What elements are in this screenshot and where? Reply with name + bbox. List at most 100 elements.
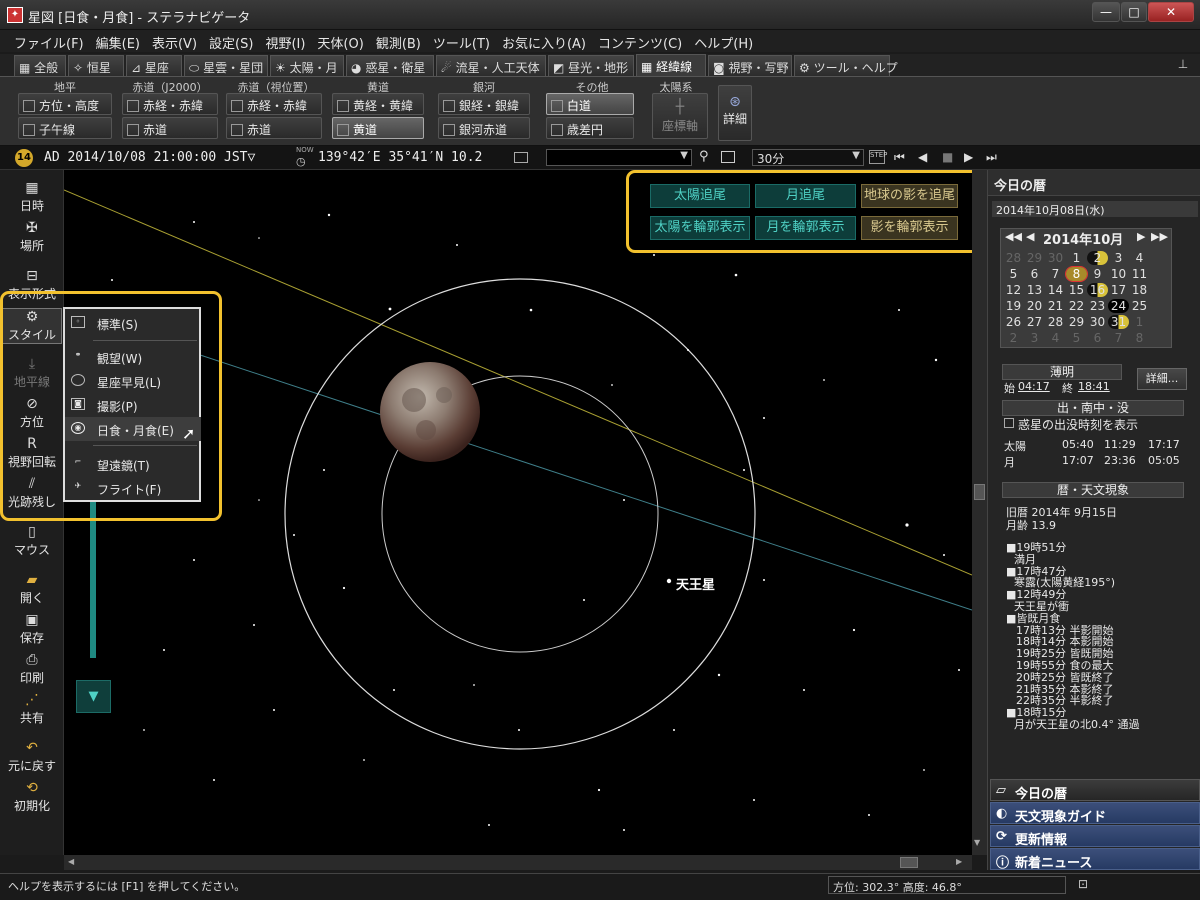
nav-astro-guide[interactable]: ◐ 天文現象ガイド [990, 802, 1200, 825]
calendar-day[interactable]: 3 [1024, 331, 1045, 345]
calendar-day[interactable]: 2 [1003, 331, 1024, 345]
altaz-grid-button[interactable]: 方位・高度 [18, 93, 112, 115]
equator-apparent-button[interactable]: 赤道 [226, 117, 322, 139]
open-button[interactable]: ▰ 開く [2, 572, 62, 606]
location-display[interactable]: 139°42′E 35°41′N 10.2 [318, 150, 482, 165]
stop-icon[interactable]: ■ [942, 150, 953, 164]
fullscreen-icon[interactable]: ⊡ [1078, 877, 1088, 891]
calendar-day[interactable]: 27 [1024, 315, 1045, 329]
time-step-select[interactable]: 30分 ▼ [752, 149, 864, 166]
calendar-day[interactable]: 14 [1045, 283, 1066, 297]
tab-planets[interactable]: ◕ 惑星・衛星 [346, 55, 434, 76]
calendar-day[interactable]: 1 [1066, 251, 1087, 265]
calendar-day[interactable]: 2 [1087, 251, 1108, 265]
scroll-thumb[interactable] [900, 857, 918, 868]
show-planet-times-checkbox[interactable] [1004, 418, 1014, 428]
calendar-day[interactable]: 7 [1045, 267, 1066, 281]
tab-daylight[interactable]: ◩ 昼光・地形 [548, 55, 634, 76]
calendar-day[interactable]: 9 [1087, 267, 1108, 281]
menu-contents[interactable]: コンテンツ(C) [592, 30, 688, 52]
pin-icon[interactable]: ⊥ [1175, 57, 1191, 73]
datetime-display[interactable]: AD 2014/10/08 21:00:00 JST▽ [44, 150, 255, 165]
menu-help[interactable]: ヘルプ(H) [688, 30, 759, 52]
nav-today-almanac[interactable]: ▱ 今日の暦 [990, 779, 1200, 802]
next-year-icon[interactable]: ▶▶ [1151, 230, 1168, 243]
tab-general[interactable]: ▦ 全般 [14, 55, 66, 76]
calendar-day[interactable]: 8 [1065, 266, 1088, 282]
calendar-day[interactable]: 5 [1003, 267, 1024, 281]
menu-field[interactable]: 視野(I) [259, 30, 311, 52]
calendar-day[interactable]: 7 [1108, 331, 1129, 345]
datetime-button[interactable]: ▦ 日時 [2, 180, 62, 214]
menu-edit[interactable]: 編集(E) [90, 30, 146, 52]
calendar-day[interactable]: 28 [1003, 251, 1024, 265]
play-icon[interactable]: ▶ [964, 150, 973, 164]
calendar-day[interactable]: 1 [1129, 315, 1150, 329]
menu-objects[interactable]: 天体(O) [311, 30, 369, 52]
tab-grid-lines[interactable]: ▦ 経緯線 [636, 54, 706, 76]
tab-meteors[interactable]: ☄ 流星・人工天体 [436, 55, 546, 76]
nav-news[interactable]: ⓘ 新着ニュース [990, 848, 1200, 871]
radec-apparent-button[interactable]: 赤経・赤緯 [226, 93, 322, 115]
style-item-standard[interactable]: ◦ 標準(S) [65, 311, 201, 335]
reset-button[interactable]: ⟲ 初期化 [2, 780, 62, 814]
calendar-day[interactable]: 3 [1108, 251, 1129, 265]
precession-circle-button[interactable]: 歳差円 [546, 117, 634, 139]
tab-constellations[interactable]: ⊿ 星座 [126, 55, 182, 76]
location-button[interactable]: ✠ 場所 [2, 220, 62, 254]
clock-icon[interactable]: ◷ [296, 155, 306, 168]
undo-button[interactable]: ↶ 元に戻す [2, 740, 62, 774]
calendar-day[interactable]: 26 [1003, 315, 1024, 329]
menu-view[interactable]: 表示(V) [146, 30, 203, 52]
print-button[interactable]: ⎙ 印刷 [2, 652, 62, 686]
maximize-button[interactable]: □ [1121, 2, 1147, 22]
calendar-day[interactable]: 25 [1129, 299, 1150, 313]
list-icon[interactable] [721, 151, 735, 163]
moon-path-button[interactable]: 白道 [546, 93, 634, 115]
radec-j2000-button[interactable]: 赤経・赤緯 [122, 93, 218, 115]
calendar-day[interactable]: 5 [1066, 331, 1087, 345]
keyboard-icon[interactable] [514, 152, 528, 163]
search-icon[interactable]: ⚲ [699, 149, 709, 164]
calendar-day[interactable]: 4 [1045, 331, 1066, 345]
calendar-day[interactable]: 28 [1045, 315, 1066, 329]
coord-axis-button[interactable]: ┼ 座標軸 [652, 93, 708, 139]
calendar-day[interactable]: 21 [1045, 299, 1066, 313]
style-item-eclipse[interactable]: ◉ 日食・月食(E) [65, 417, 201, 441]
calendar-day[interactable]: 13 [1024, 283, 1045, 297]
moon-outline-button[interactable]: 月を輪郭表示 [755, 216, 856, 240]
earth-shadow-tracking-button[interactable]: 地球の影を追尾 [861, 184, 958, 208]
style-item-flight[interactable]: ✈ フライト(F) [65, 476, 201, 500]
tab-tools-help[interactable]: ⚙ ツール・ヘルプ [794, 55, 898, 76]
vertical-scrollbar[interactable]: ▼ [972, 170, 987, 855]
minimize-button[interactable]: — [1092, 2, 1120, 22]
calendar-day[interactable]: 30 [1087, 315, 1108, 329]
calendar-day[interactable]: 15 [1066, 283, 1087, 297]
calendar-day[interactable]: 29 [1024, 251, 1045, 265]
style-item-telescope[interactable]: ⌐ 望遠鏡(T) [65, 452, 201, 476]
share-button[interactable]: ⋰ 共有 [2, 692, 62, 726]
tab-field-view[interactable]: ◙ 視野・写野 [708, 55, 792, 76]
calendar-day[interactable]: 22 [1066, 299, 1087, 313]
ecliptic-grid-button[interactable]: 黄経・黄緯 [332, 93, 424, 115]
calendar-day[interactable]: 6 [1087, 331, 1108, 345]
calendar-day[interactable]: 23 [1087, 299, 1108, 313]
style-item-observe[interactable]: ⚭ 観望(W) [65, 345, 201, 369]
calendar-day[interactable]: 10 [1108, 267, 1129, 281]
mouse-button[interactable]: ▯ マウス [2, 524, 62, 558]
menu-favorites[interactable]: お気に入り(A) [496, 30, 592, 52]
skip-forward-icon[interactable]: ⏭ [986, 150, 997, 165]
meridian-button[interactable]: 子午線 [18, 117, 112, 139]
calendar-day[interactable]: 18 [1129, 283, 1150, 297]
calendar-day[interactable]: 4 [1129, 251, 1150, 265]
galactic-grid-button[interactable]: 銀経・銀緯 [438, 93, 530, 115]
shadow-outline-button[interactable]: 影を輪郭表示 [861, 216, 958, 240]
sun-outline-button[interactable]: 太陽を輪郭表示 [650, 216, 750, 240]
menu-settings[interactable]: 設定(S) [203, 30, 259, 52]
tab-sun-moon[interactable]: ☀ 太陽・月 [270, 55, 344, 76]
menu-file[interactable]: ファイル(F) [8, 30, 90, 52]
detail-button[interactable]: ⊛ 詳細 [718, 85, 752, 141]
step-back-icon[interactable]: ◀ [918, 150, 927, 164]
menu-tools[interactable]: ツール(T) [427, 30, 496, 52]
galactic-equator-button[interactable]: 銀河赤道 [438, 117, 530, 139]
